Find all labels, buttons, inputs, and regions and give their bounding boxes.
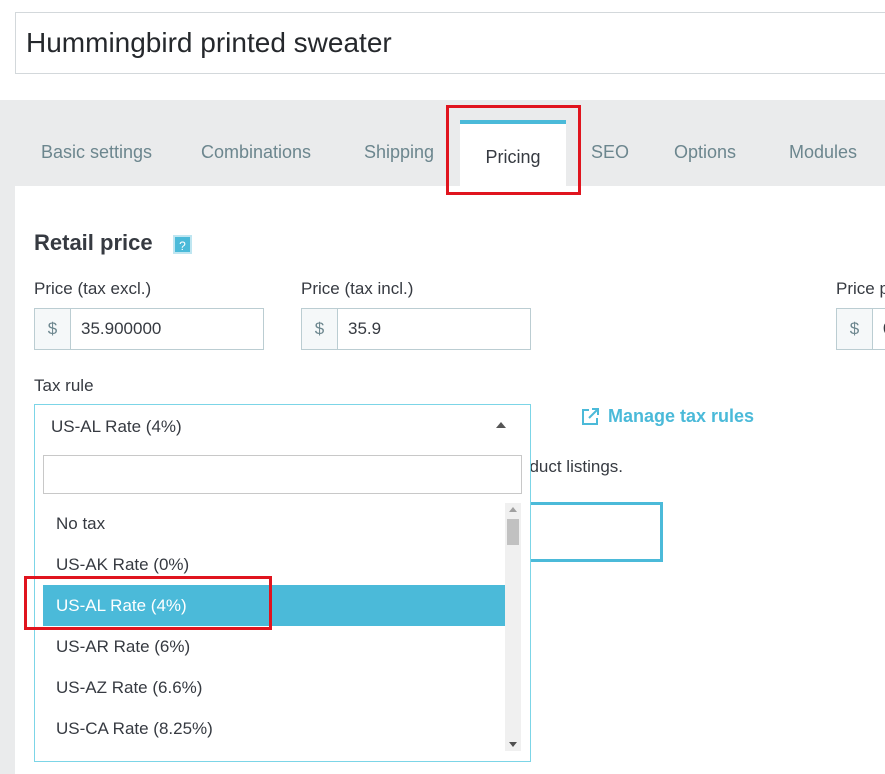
manage-tax-rules-link[interactable]: Manage tax rules	[580, 406, 754, 427]
help-icon[interactable]: ?	[173, 235, 192, 254]
price-incl-label: Price (tax incl.)	[301, 279, 414, 298]
tax-option[interactable]: US-AR Rate (6%)	[43, 626, 505, 667]
external-link-icon	[582, 407, 599, 425]
tab-modules[interactable]: Modules	[789, 142, 857, 163]
caret-up-icon[interactable]	[496, 422, 506, 428]
scroll-down-icon[interactable]	[509, 742, 517, 747]
currency-symbol: $	[35, 309, 71, 349]
tax-option[interactable]: US-CA Rate (8.25%)	[43, 708, 505, 749]
scroll-up-icon[interactable]	[509, 507, 517, 512]
tab-combinations[interactable]: Combinations	[201, 142, 311, 163]
price-excl-label: Price (tax excl.)	[34, 279, 152, 298]
scrollbar-thumb[interactable]	[507, 519, 519, 545]
tax-option[interactable]: No tax	[43, 503, 505, 544]
price-per-unit-field[interactable]: $ 0	[836, 308, 885, 350]
price-per-unit-input[interactable]: 0	[873, 309, 885, 349]
price-excl-input[interactable]: 35.900000	[71, 309, 161, 349]
tax-rule-selected[interactable]: US-AL Rate (4%)	[51, 417, 182, 437]
price-incl-input[interactable]: 35.9	[338, 309, 381, 349]
retail-price-heading: Retail price	[34, 230, 153, 255]
tab-basic-settings[interactable]: Basic settings	[41, 142, 152, 163]
tab-seo[interactable]: SEO	[591, 142, 629, 163]
tab-shipping[interactable]: Shipping	[364, 142, 434, 163]
tab-options[interactable]: Options	[674, 142, 736, 163]
price-per-unit-label: Price p	[836, 279, 885, 298]
listing-hint-text: oduct listings.	[520, 457, 623, 476]
product-name-input[interactable]: Hummingbird printed sweater	[15, 12, 885, 74]
manage-tax-rules-label: Manage tax rules	[608, 406, 755, 426]
price-incl-field[interactable]: $ 35.9	[301, 308, 531, 350]
options-scrollbar[interactable]	[505, 503, 521, 751]
obscured-field	[520, 502, 663, 562]
price-excl-field[interactable]: $ 35.900000	[34, 308, 264, 350]
tax-rule-search-input[interactable]	[43, 455, 522, 494]
highlight-box-pricing-tab	[446, 105, 581, 195]
tax-rule-label: Tax rule	[34, 376, 94, 395]
currency-symbol: $	[302, 309, 338, 349]
tax-option[interactable]: US-AZ Rate (6.6%)	[43, 667, 505, 708]
currency-symbol: $	[837, 309, 873, 349]
highlight-box-selected-option	[24, 576, 272, 630]
